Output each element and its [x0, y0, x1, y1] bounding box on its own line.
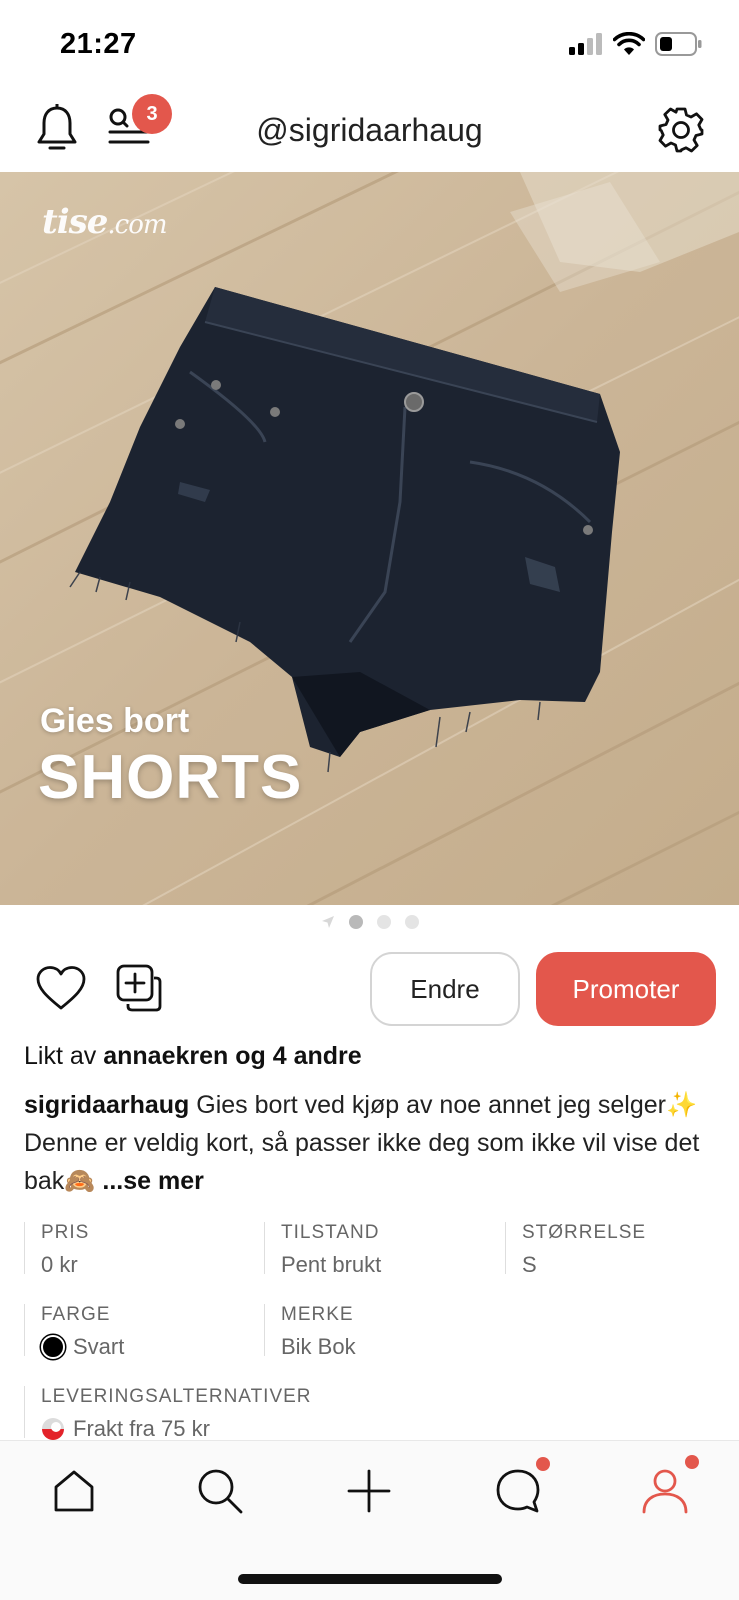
add-icon — [347, 1469, 391, 1513]
status-icons — [569, 32, 703, 56]
delivery-detail: LEVERINGSALTERNATIVER Frakt fra 75 kr — [24, 1386, 312, 1441]
carousel-indicator — [0, 912, 739, 932]
chat-icon — [496, 1469, 540, 1513]
listing-image[interactable]: tise.com Gies bort SHORTS — [0, 172, 739, 905]
brand-value[interactable]: Bik Bok — [281, 1334, 356, 1360]
brand-detail: MERKE Bik Bok — [264, 1304, 356, 1359]
likes-summary[interactable]: Likt av annaekren og 4 andre — [24, 1042, 362, 1071]
condition-value: Pent brukt — [281, 1252, 382, 1277]
price-value: 0 kr — [41, 1252, 78, 1277]
color-label: FARGE — [41, 1304, 111, 1325]
carousel-dot[interactable] — [404, 915, 419, 929]
save-to-collection-button[interactable] — [116, 964, 164, 1019]
status-time: 21:27 — [60, 28, 137, 60]
action-row: Endre Promoter — [0, 950, 739, 1028]
details-row: PRIS 0 kr TILSTAND Pent brukt STØRRELSE … — [24, 1222, 724, 1304]
tise-watermark: tise.com — [42, 202, 168, 242]
profile-icon — [642, 1469, 688, 1514]
search-icon — [198, 1469, 243, 1514]
add-to-collection-icon — [116, 964, 162, 1012]
wifi-icon — [613, 32, 645, 55]
edit-button[interactable]: Endre — [370, 952, 520, 1026]
carousel-dot[interactable] — [376, 915, 391, 929]
carousel-dot[interactable] — [348, 915, 363, 929]
location-arrow-icon — [321, 916, 334, 928]
delivery-label: LEVERINGSALTERNATIVER — [41, 1386, 312, 1407]
home-indicator[interactable] — [238, 1574, 502, 1584]
cellular-signal-icon — [569, 33, 602, 55]
price-detail: PRIS 0 kr — [24, 1222, 90, 1277]
listing-details: PRIS 0 kr TILSTAND Pent brukt STØRRELSE … — [24, 1222, 724, 1468]
caption-author[interactable]: sigridaarhaug — [24, 1091, 189, 1119]
color-detail: FARGE Svart — [24, 1304, 124, 1359]
size-label: STØRRELSE — [522, 1222, 647, 1243]
hero-kicker: Gies bort — [40, 702, 190, 740]
details-row: FARGE Svart MERKE Bik Bok — [24, 1304, 724, 1386]
size-value: S — [522, 1252, 537, 1277]
tab-home[interactable] — [46, 1463, 102, 1519]
price-label: PRIS — [41, 1222, 90, 1243]
tab-add[interactable] — [341, 1463, 397, 1519]
profile-notification-dot — [685, 1455, 699, 1469]
color-value: Svart — [73, 1334, 125, 1359]
color-swatch-icon — [41, 1335, 65, 1359]
battery-icon — [655, 32, 702, 56]
delivery-value: Frakt fra 75 kr — [73, 1416, 210, 1441]
gear-icon — [658, 107, 704, 153]
likes-prefix: Likt av — [24, 1042, 97, 1070]
brand-label: MERKE — [281, 1304, 354, 1325]
promote-button[interactable]: Promoter — [536, 952, 716, 1026]
posten-logo-icon — [42, 1418, 64, 1440]
like-button[interactable] — [36, 966, 86, 1015]
condition-detail: TILSTAND Pent brukt — [264, 1222, 381, 1277]
tab-chat[interactable] — [490, 1463, 546, 1519]
size-detail: STØRRELSE S — [505, 1222, 647, 1277]
tab-search[interactable] — [192, 1463, 248, 1519]
heart-icon — [36, 966, 86, 1010]
delivery-value-row: Frakt fra 75 kr — [41, 1416, 312, 1442]
settings-button[interactable] — [657, 106, 705, 159]
condition-label: TILSTAND — [281, 1222, 380, 1243]
listing-caption: sigridaarhaug Gies bort ved kjøp av noe … — [24, 1086, 724, 1200]
hero-title: SHORTS — [38, 743, 303, 812]
profile-username[interactable]: @sigridaarhaug — [0, 112, 739, 149]
chat-notification-dot — [536, 1457, 550, 1471]
likes-users[interactable]: annaekren og 4 andre — [103, 1042, 361, 1070]
see-more-link[interactable]: ...se mer — [102, 1167, 203, 1195]
status-bar: 21:27 — [0, 0, 739, 90]
color-value-row: Svart — [41, 1334, 124, 1360]
top-navigation: 3 @sigridaarhaug — [0, 90, 739, 172]
home-icon — [54, 1470, 94, 1512]
tab-profile[interactable] — [637, 1463, 693, 1519]
